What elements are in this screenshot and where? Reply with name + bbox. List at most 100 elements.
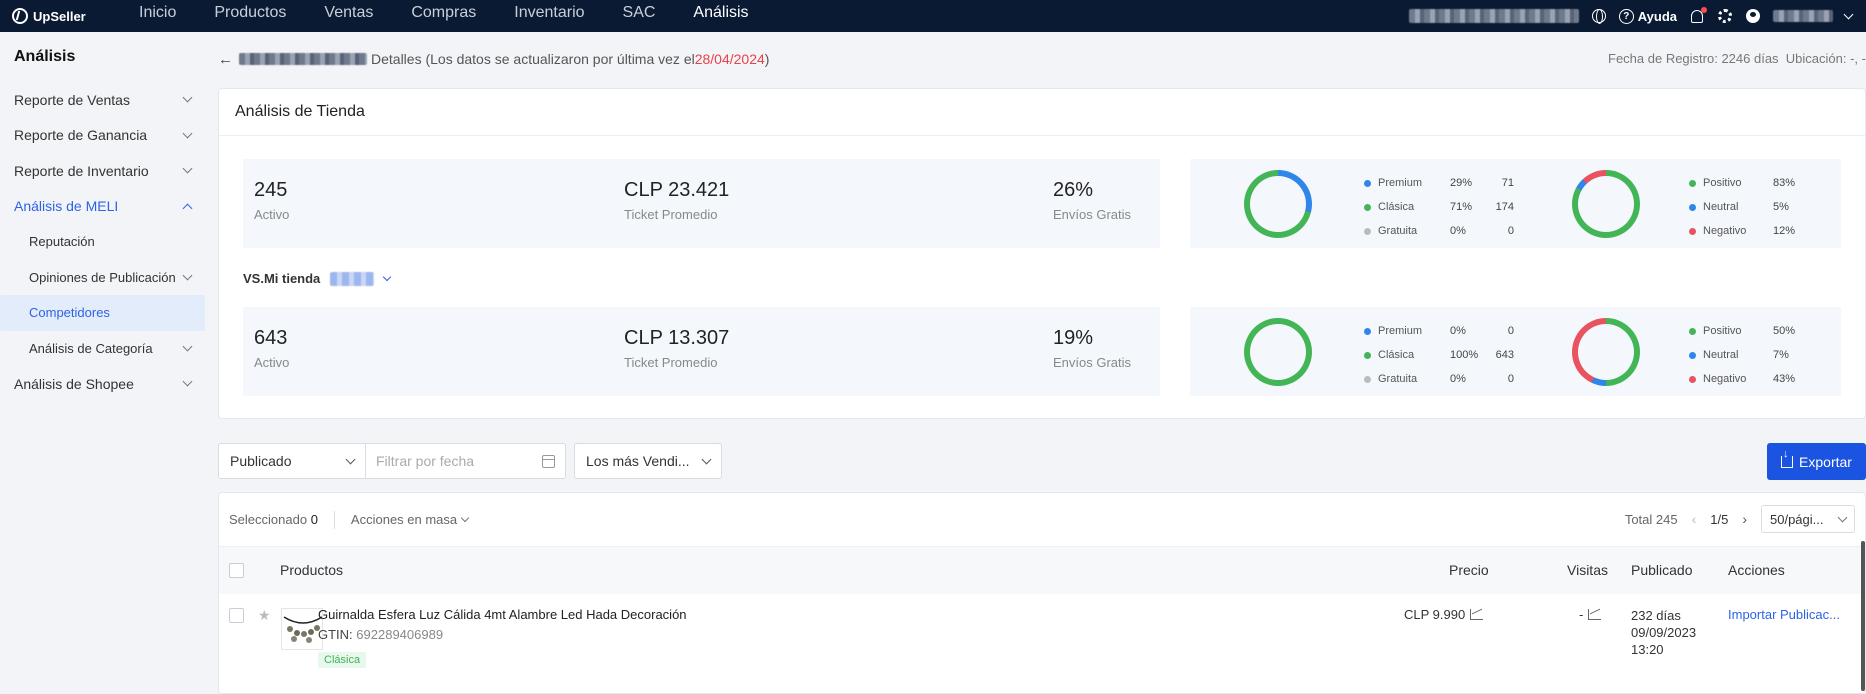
legend-clasica: Clásica 100% 643 [1364, 343, 1514, 367]
sidebar-item-label: Análisis de MELI [14, 198, 119, 215]
visits-trend-icon[interactable] [1588, 609, 1602, 620]
top-right-tools: ? Ayuda [1408, 0, 1866, 32]
user-menu-chevron-icon[interactable] [1843, 9, 1854, 19]
legend-dot [1689, 227, 1696, 235]
blurred-my-store [330, 271, 375, 286]
chevron-down-icon [182, 270, 193, 281]
products-table: Seleccionado 0 Acciones en masa Total 24… [218, 492, 1866, 694]
next-page-icon[interactable]: › [1742, 511, 1747, 527]
legend-pct: 100% [1450, 349, 1479, 361]
chevron-down-icon [182, 341, 193, 352]
gtin-value: 692289406989 [356, 627, 444, 642]
import-listing-link[interactable]: Importar Publicac... [1728, 607, 1840, 622]
active-value: 245 [254, 179, 288, 201]
nav-inventario[interactable]: Inventario [495, 0, 603, 32]
sentiment-donut [1572, 170, 1640, 238]
legend-count: 643 [1495, 349, 1514, 361]
sidebar-item-label: Opiniones de Publicación [29, 269, 176, 285]
chevron-down-icon [182, 92, 193, 103]
legend-count: 71 [1501, 177, 1514, 189]
col-visits: Visitas [1567, 562, 1608, 578]
main-nav: Inicio Productos Ventas Compras Inventar… [120, 0, 768, 32]
vs-my-store-selector[interactable]: VS.Mi tienda [243, 271, 392, 286]
legend-name: Positivo [1703, 177, 1742, 189]
blurred-username [1773, 10, 1833, 22]
col-actions: Acciones [1728, 562, 1785, 578]
legend-positivo: Positivo 83% [1689, 171, 1807, 195]
free-shipping-label: Envíos Gratis [1053, 207, 1132, 222]
legend-name: Neutral [1703, 201, 1739, 213]
sidebar-item-reporte-ganancia[interactable]: Reporte de Ganancia [0, 118, 209, 154]
per-page-select[interactable]: 50/pági... [1761, 505, 1855, 533]
sentiment-legend: Positivo 50% Neutral 7% Negativo 43% [1689, 319, 1807, 391]
question-icon: ? [1618, 8, 1634, 24]
mass-actions-dropdown[interactable]: Acciones en masa [350, 512, 470, 527]
sidebar-item-analisis-shopee[interactable]: Análisis de Shopee [0, 366, 209, 402]
sidebar-item-reporte-inventario[interactable]: Reporte de Inventario [0, 153, 209, 189]
nav-productos[interactable]: Productos [195, 0, 305, 32]
nav-analisis[interactable]: Análisis [674, 0, 767, 32]
product-thumbnail[interactable] [281, 608, 323, 650]
legend-name: Gratuita [1378, 225, 1418, 237]
sidebar-item-label: Reporte de Ganancia [14, 127, 148, 144]
sidebar-item-reputacion[interactable]: Reputación [0, 224, 209, 260]
legend-dot [1689, 375, 1696, 383]
nav-ventas[interactable]: Ventas [305, 0, 392, 32]
nav-sac[interactable]: SAC [604, 0, 675, 32]
sidebar-item-label: Competidores [29, 305, 110, 321]
registration-days: Fecha de Registro: 2246 días [1608, 51, 1779, 66]
legend-gratuita: Gratuita 0% 0 [1364, 219, 1514, 243]
sort-value: Los más Vendi... [586, 453, 690, 469]
free-shipping-stat: 19% Envíos Gratis [1053, 327, 1131, 370]
active-value: 643 [254, 327, 288, 349]
sidebar-item-opiniones[interactable]: Opiniones de Publicación [0, 260, 209, 296]
export-label: Exportar [1799, 453, 1852, 470]
status-value: Publicado [230, 453, 292, 469]
legend-dot [1689, 327, 1696, 335]
price-trend-icon[interactable] [1470, 609, 1484, 620]
table-scrollbar[interactable] [1861, 541, 1865, 691]
legend-dot [1364, 227, 1371, 235]
nav-inicio[interactable]: Inicio [120, 0, 195, 32]
row-checkbox[interactable] [229, 608, 244, 623]
language-globe-icon[interactable] [1591, 8, 1607, 24]
select-all-checkbox[interactable] [229, 563, 244, 578]
back-arrow-icon[interactable]: ← [218, 51, 233, 68]
date-filter-input[interactable]: Filtrar por fecha [366, 443, 566, 479]
sort-select[interactable]: Los más Vendi... [574, 443, 722, 479]
table-header: Productos Precio Visitas Publicado Accio… [219, 546, 1865, 594]
active-stat: 643 Activo [254, 327, 289, 370]
status-select[interactable]: Publicado [218, 443, 366, 479]
sidebar-item-reporte-ventas[interactable]: Reporte de Ventas [0, 82, 209, 118]
sidebar-item-analisis-meli[interactable]: Análisis de MELI [0, 189, 209, 225]
legend-count: 174 [1495, 201, 1514, 213]
sidebar-item-competidores[interactable]: Competidores [0, 295, 205, 331]
user-avatar-icon[interactable] [1745, 8, 1761, 24]
download-icon [1781, 448, 1794, 468]
calendar-icon [542, 454, 555, 468]
competitor-stats: 245 Activo CLP 23.421 Ticket Promedio 26… [243, 159, 1160, 248]
upseller-logo[interactable]: UpSeller [0, 8, 120, 24]
notification-bell-icon[interactable] [1689, 6, 1707, 24]
legend-pct: 29% [1450, 177, 1473, 189]
product-title[interactable]: Guirnalda Esfera Luz Cálida 4mt Alambre … [318, 607, 687, 622]
settings-gear-icon[interactable] [1717, 8, 1733, 24]
nav-compras[interactable]: Compras [392, 0, 495, 32]
star-icon[interactable]: ★ [258, 607, 271, 624]
mass-actions-label: Acciones en masa [350, 512, 458, 527]
prev-page-icon[interactable]: ‹ [1692, 511, 1697, 527]
legend-neutral: Neutral 5% [1689, 195, 1807, 219]
sentiment-donut [1572, 318, 1640, 386]
published-days: 232 días [1631, 608, 1681, 623]
export-button[interactable]: Exportar [1767, 443, 1866, 480]
sidebar-item-analisis-categoria[interactable]: Análisis de Categoría [0, 331, 209, 367]
garland-image-icon [283, 616, 322, 643]
legend-pct: 5% [1773, 201, 1789, 213]
ticket-stat: CLP 13.307 Ticket Promedio [624, 327, 729, 370]
legend-dot [1364, 351, 1371, 359]
help-button[interactable]: ? Ayuda [1618, 8, 1677, 24]
legend-pct: 43% [1773, 373, 1796, 385]
sidebar-item-label: Reporte de Inventario [14, 162, 149, 179]
legend-neutral: Neutral 7% [1689, 343, 1807, 367]
legend-dot [1689, 179, 1696, 187]
